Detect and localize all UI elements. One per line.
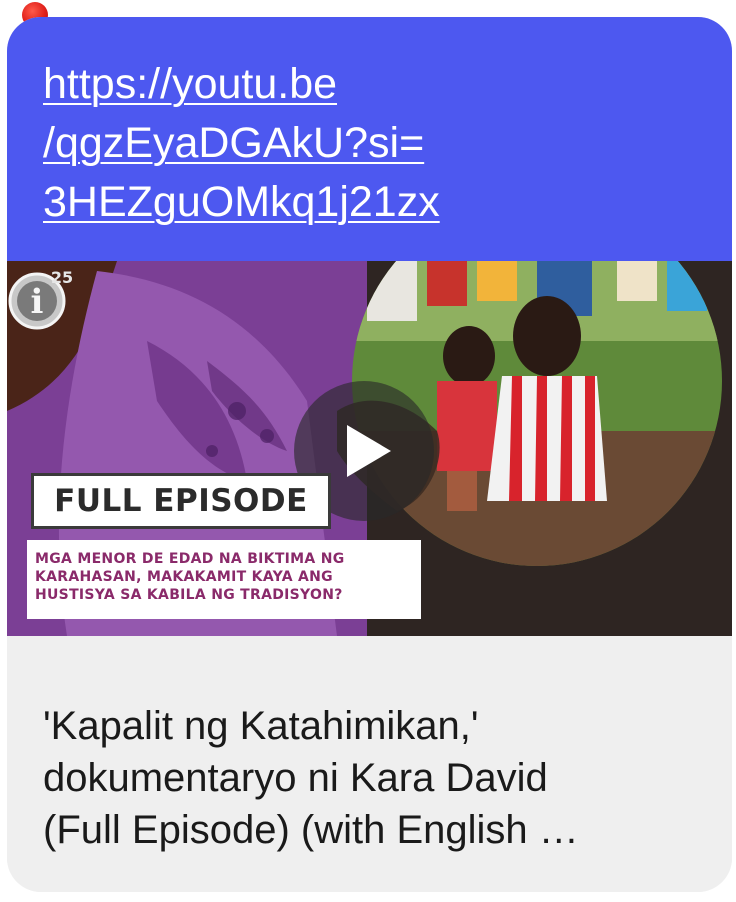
play-icon — [347, 425, 391, 477]
video-thumbnail[interactable]: FULL EPISODE MGA MENOR DE EDAD NA BIKTIM… — [7, 261, 732, 636]
logo-superscript: 25 — [51, 268, 73, 287]
video-title: 'Kapalit ng Katahimikan,' dokumentaryo n… — [43, 700, 703, 856]
title-line-3: (Full Episode) (with English … — [43, 808, 579, 852]
link-line-3: 3HEZguOMkq1j21zx — [43, 178, 440, 226]
thumbnail-subtitle: MGA MENOR DE EDAD NA BIKTIMA NG KARAHASA… — [27, 540, 421, 619]
video-info[interactable]: 'Kapalit ng Katahimikan,' dokumentaryo n… — [7, 636, 732, 892]
title-line-1: 'Kapalit ng Katahimikan,' — [43, 704, 479, 748]
subtitle-line-2: KARAHASAN, MAKAKAMIT KAYA ANG — [35, 569, 333, 585]
youtube-link[interactable]: https://youtu.be /qgzEyaDGAkU?si= 3HEZgu… — [43, 55, 563, 232]
logo-letter: i — [31, 282, 44, 322]
link-line-1: https://youtu.be — [43, 60, 338, 108]
subtitle-line-1: MGA MENOR DE EDAD NA BIKTIMA NG — [35, 551, 345, 567]
channel-logo: i 25 — [8, 268, 73, 330]
message-link-area: https://youtu.be /qgzEyaDGAkU?si= 3HEZgu… — [7, 17, 732, 261]
title-line-2: dokumentaryo ni Kara David — [43, 756, 548, 800]
link-line-2: /qgzEyaDGAkU?si= — [43, 119, 425, 167]
full-episode-badge: FULL EPISODE — [31, 473, 331, 529]
subtitle-line-3: HUSTISYA SA KABILA NG TRADISYON? — [35, 587, 343, 603]
link-preview-card[interactable]: https://youtu.be /qgzEyaDGAkU?si= 3HEZgu… — [7, 17, 732, 892]
